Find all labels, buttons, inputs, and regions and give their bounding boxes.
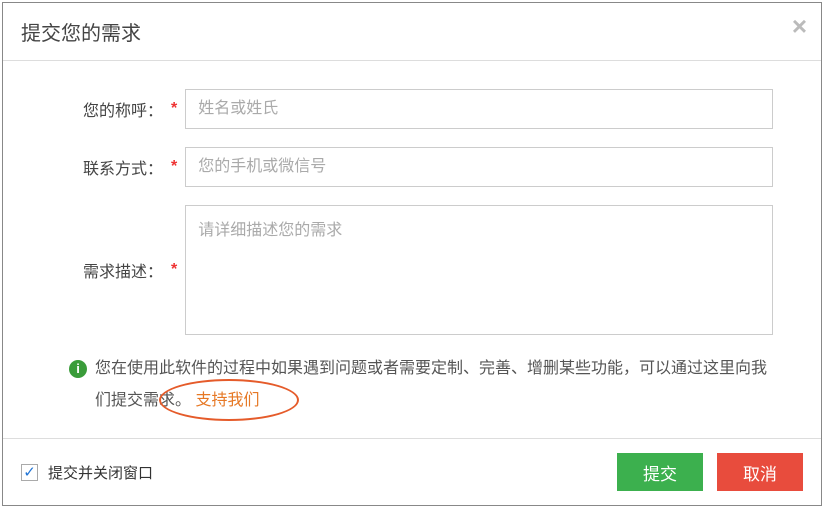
required-mark: * (171, 100, 177, 118)
contact-input[interactable] (185, 147, 773, 187)
footer-left: ✓ 提交并关闭窗口 (21, 462, 153, 483)
footer-right: 提交 取消 (617, 453, 803, 491)
required-mark: * (171, 158, 177, 176)
submit-button[interactable]: 提交 (617, 453, 703, 491)
hint-text: 您在使用此软件的过程中如果遇到问题或者需要定制、完善、增删某些功能，可以通过这里… (95, 353, 773, 417)
checkbox-label: 提交并关闭窗口 (48, 462, 153, 483)
support-link[interactable]: 支持我们 (195, 385, 259, 417)
form-row-desc: 需求描述： * (51, 205, 773, 335)
close-after-submit-checkbox[interactable]: ✓ (21, 464, 38, 481)
info-icon: i (69, 360, 87, 378)
hint-row: i 您在使用此软件的过程中如果遇到问题或者需要定制、完善、增删某些功能，可以通过… (69, 353, 773, 417)
form-row-name: 您的称呼： * (51, 89, 773, 129)
dialog-container: 提交您的需求 × 您的称呼： * 联系方式： * 需求描述： * i 您在使用此… (2, 2, 822, 506)
desc-label: 需求描述： (51, 258, 163, 282)
dialog-title: 提交您的需求 (21, 23, 141, 45)
cancel-button[interactable]: 取消 (717, 453, 803, 491)
support-link-label: 支持我们 (195, 392, 259, 409)
dialog-body: 您的称呼： * 联系方式： * 需求描述： * i 您在使用此软件的过程中如果遇… (3, 61, 821, 438)
check-icon: ✓ (23, 465, 36, 480)
contact-label: 联系方式： (51, 155, 163, 179)
required-mark: * (171, 261, 177, 279)
close-icon[interactable]: × (792, 13, 807, 39)
desc-textarea[interactable] (185, 205, 773, 335)
form-row-contact: 联系方式： * (51, 147, 773, 187)
dialog-header: 提交您的需求 × (3, 3, 821, 61)
dialog-footer: ✓ 提交并关闭窗口 提交 取消 (3, 438, 821, 505)
name-input[interactable] (185, 89, 773, 129)
name-label: 您的称呼： (51, 97, 163, 121)
